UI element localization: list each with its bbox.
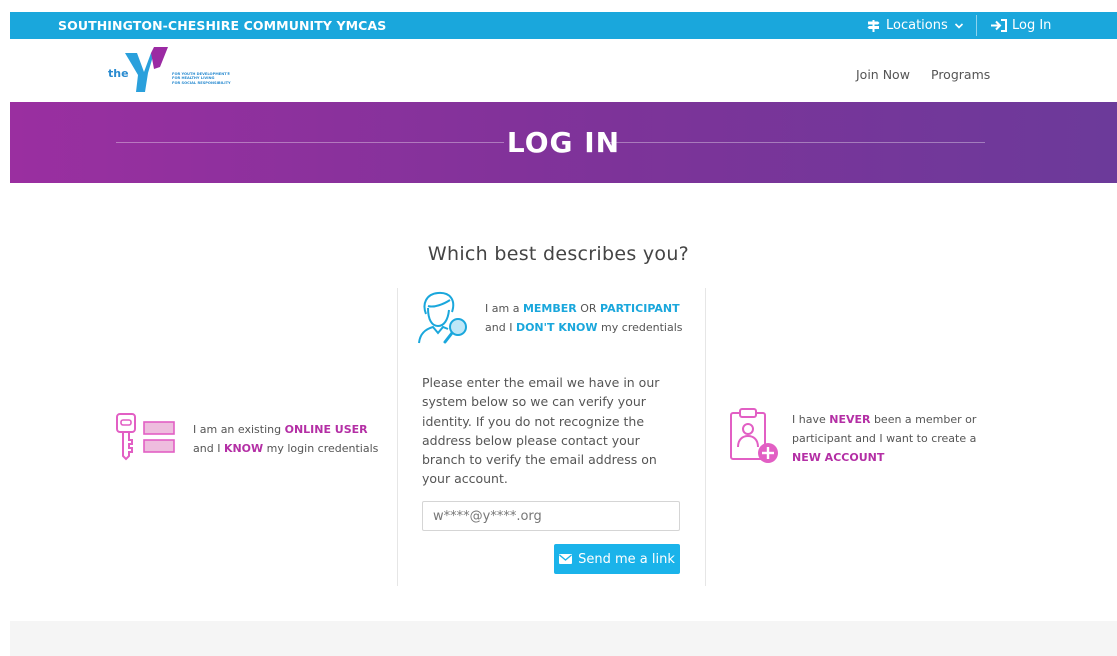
option-member-text: I am a MEMBER OR PARTICIPANT and I DON'T… — [485, 302, 683, 334]
question-heading: Which best describes you? — [427, 243, 690, 265]
logo-the-text: the — [108, 67, 129, 80]
option-new-text: I have NEVER been a member or participan… — [792, 413, 977, 464]
brand-name[interactable]: SOUTHINGTON-CHESHIRE COMMUNITY YMCAS — [58, 18, 386, 33]
top-bar: SOUTHINGTON-CHESHIRE COMMUNITY YMCAS Loc… — [10, 12, 1117, 39]
chevron-down-icon — [954, 22, 964, 30]
ymca-logo[interactable]: the FOR YOUTH DEVELOPMENT® FOR HEALTHY L… — [108, 47, 248, 97]
signpost-icon — [867, 19, 880, 32]
online-user-highlight: ONLINE USER — [284, 423, 368, 436]
email-input[interactable] — [422, 501, 680, 531]
nav-programs[interactable]: Programs — [931, 67, 990, 82]
footer-area — [10, 621, 1117, 656]
key-form-icon — [115, 412, 177, 464]
clipboard-add-user-icon — [728, 407, 782, 467]
dont-know-highlight: DON'T KNOW — [515, 321, 598, 334]
login-label: Log In — [1012, 18, 1052, 33]
login-link[interactable]: Log In — [990, 18, 1051, 33]
column-divider-left — [397, 288, 398, 586]
know-highlight: KNOW — [223, 442, 264, 455]
option-existing-text: I am an existing ONLINE USER and I KNOW … — [193, 423, 379, 455]
column-divider-right — [705, 288, 706, 586]
never-highlight: NEVER — [829, 413, 871, 426]
locations-dropdown[interactable]: Locations — [867, 18, 964, 33]
send-link-label: Send me a link — [578, 551, 675, 567]
verify-instructions: Please enter the email we have in our sy… — [422, 375, 660, 487]
locations-label: Locations — [886, 18, 948, 33]
topbar-divider — [976, 15, 977, 36]
envelope-icon — [559, 554, 573, 564]
send-link-button[interactable]: Send me a link — [554, 544, 680, 574]
page-title: LOG IN — [506, 126, 621, 159]
sign-in-icon — [990, 19, 1008, 32]
page-banner: LOG IN — [10, 102, 1117, 183]
member-highlight: MEMBER — [522, 302, 577, 315]
new-account-highlight: NEW ACCOUNT — [792, 451, 885, 464]
nav-join-now[interactable]: Join Now — [856, 67, 910, 82]
logo-tagline: FOR YOUTH DEVELOPMENT® FOR HEALTHY LIVIN… — [172, 72, 231, 85]
user-search-icon — [416, 290, 476, 346]
participant-highlight: PARTICIPANT — [600, 302, 680, 315]
